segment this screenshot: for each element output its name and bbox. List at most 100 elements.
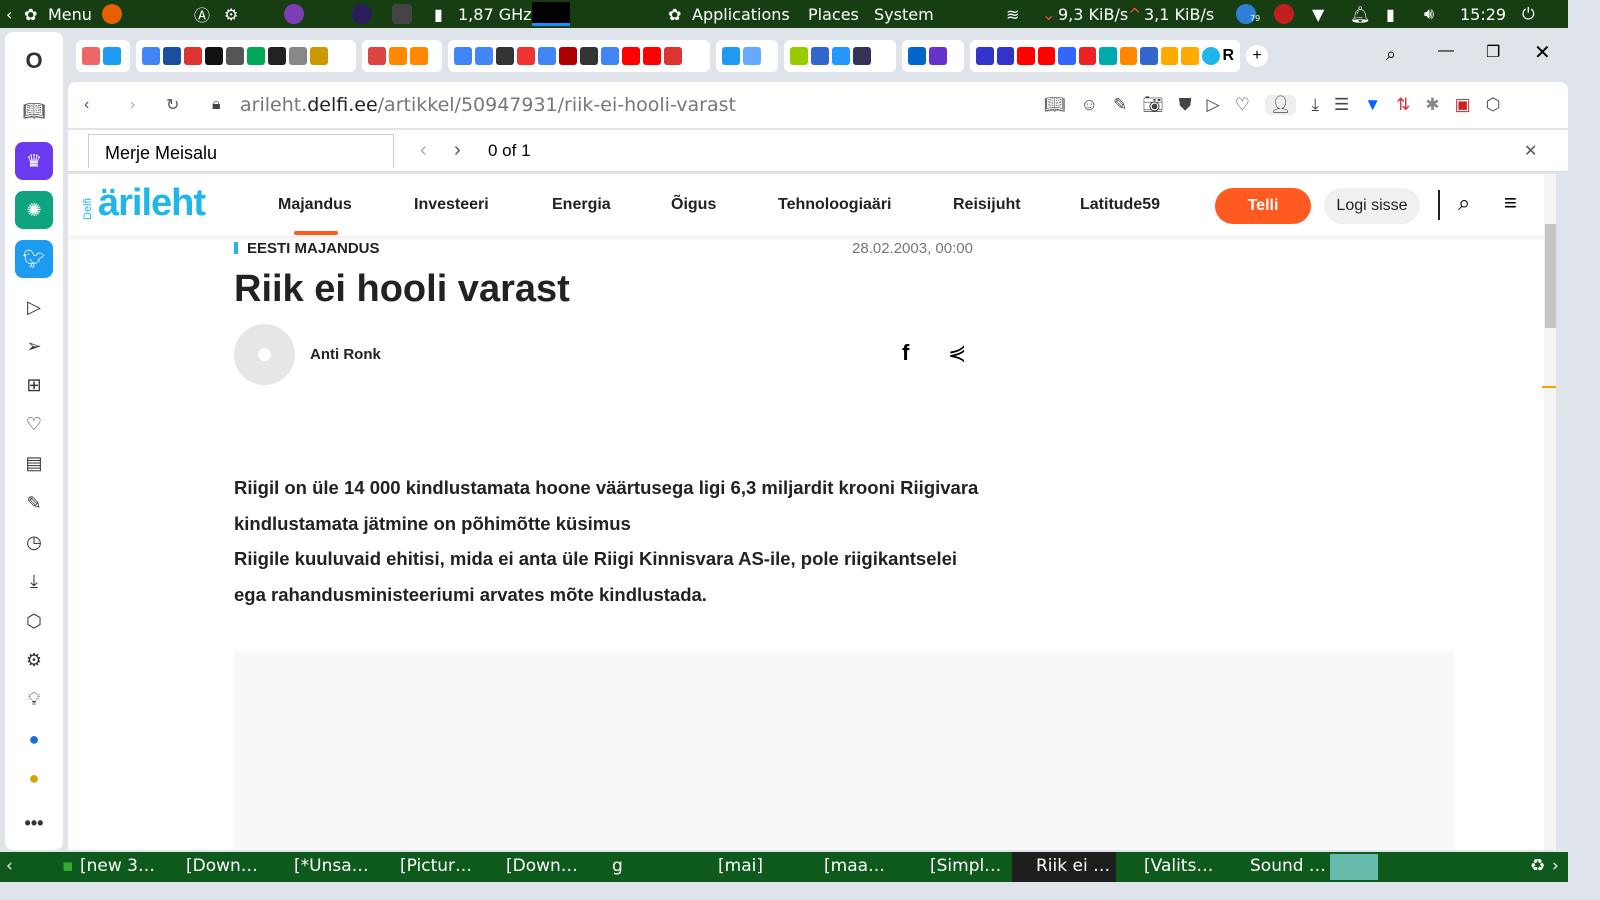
- crown-icon[interactable]: ♛: [15, 142, 53, 180]
- volume-icon[interactable]: 🔊︎: [1424, 4, 1434, 24]
- search-icon[interactable]: ⌕: [1458, 190, 1470, 216]
- firefox-icon[interactable]: [102, 4, 122, 24]
- nav-latitude59[interactable]: Latitude59: [1080, 196, 1160, 214]
- find-close-button[interactable]: ✕: [1524, 141, 1537, 161]
- minimize-button[interactable]: —: [1438, 42, 1454, 60]
- nav-investeeri[interactable]: Investeeri: [414, 196, 489, 214]
- subscribe-button[interactable]: Telli: [1215, 188, 1311, 224]
- tab-group[interactable]: [362, 40, 442, 72]
- coin-icon[interactable]: ●: [19, 763, 49, 793]
- send-icon[interactable]: ▷: [1207, 95, 1220, 115]
- profile-icon[interactable]: 👤︎: [1264, 95, 1297, 115]
- tab-search-icon[interactable]: ⌕: [1386, 44, 1396, 65]
- opera-icon[interactable]: [352, 4, 372, 28]
- back-button[interactable]: ‹: [84, 96, 89, 114]
- nav-majandus[interactable]: Majandus: [278, 196, 352, 214]
- url-field[interactable]: arileht.delfi.ee/artikkel/50947931/riik-…: [240, 94, 736, 116]
- extensions-cube-icon[interactable]: ⬡: [19, 606, 49, 636]
- workspace-switcher[interactable]: [1330, 854, 1378, 880]
- download-icon[interactable]: ⤓: [1311, 95, 1319, 115]
- player-icon[interactable]: ▷: [19, 292, 49, 322]
- settings-gear-icon[interactable]: ⚙: [19, 645, 49, 675]
- site-logo[interactable]: ärileht: [98, 182, 206, 225]
- find-prev-button[interactable]: ‹: [420, 139, 427, 162]
- trash-icon[interactable]: ♻: [1530, 856, 1545, 876]
- camera-icon[interactable]: 📷︎: [1142, 95, 1164, 115]
- task-item[interactable]: Sound …: [1250, 856, 1326, 876]
- power-icon[interactable]: ⏻: [1522, 4, 1535, 24]
- tab-group[interactable]: [784, 40, 896, 72]
- edit-icon[interactable]: ✎: [1113, 95, 1127, 115]
- task-item[interactable]: [maa…: [824, 856, 885, 876]
- lightbulb-icon[interactable]: 💡︎: [19, 684, 49, 714]
- twitter-icon[interactable]: 🐦︎: [15, 240, 53, 278]
- apps-grid-icon[interactable]: ⊞: [19, 370, 49, 400]
- accessibility-icon[interactable]: Ⓐ: [194, 2, 210, 26]
- reload-button[interactable]: ↻: [166, 95, 179, 115]
- task-item[interactable]: g: [612, 856, 623, 876]
- taskbar-right-arrow[interactable]: ›: [1552, 856, 1559, 876]
- tab-group[interactable]: [76, 40, 130, 72]
- heart-icon[interactable]: ♡: [19, 409, 49, 439]
- tab-group[interactable]: [716, 40, 778, 72]
- network-icon[interactable]: ▼: [1312, 5, 1324, 24]
- tor-browser-icon[interactable]: [284, 4, 304, 28]
- task-item-active[interactable]: Riik ei …: [1036, 856, 1110, 876]
- ext-2-icon[interactable]: ⇅: [1396, 95, 1410, 115]
- clock[interactable]: 15:29: [1460, 5, 1506, 24]
- ext-3-icon[interactable]: ▣: [1455, 95, 1471, 115]
- forward-button[interactable]: ›: [130, 96, 135, 114]
- more-icon[interactable]: •••: [19, 808, 49, 838]
- task-item[interactable]: [Pictur…: [400, 856, 472, 876]
- system-menu[interactable]: System: [874, 5, 934, 24]
- heart-icon[interactable]: ♡: [1235, 95, 1250, 115]
- nav-tehnoloogiaari[interactable]: Tehnoloogiaäri: [778, 196, 891, 214]
- task-item[interactable]: [Down…: [506, 856, 578, 876]
- shield-icon[interactable]: ⛊: [1179, 95, 1192, 115]
- panel-left-arrow[interactable]: ‹: [6, 5, 12, 24]
- task-item[interactable]: [Down…: [186, 856, 258, 876]
- task-item[interactable]: [new 3…: [80, 856, 155, 876]
- send-icon[interactable]: ➢: [19, 331, 49, 361]
- bookmarks-icon[interactable]: 📖︎: [19, 96, 49, 126]
- tab-group[interactable]: [136, 40, 356, 72]
- article-category[interactable]: EESTI MAJANDUS: [247, 240, 380, 257]
- share-icon[interactable]: ⋞: [948, 340, 966, 366]
- facebook-share-icon[interactable]: f: [902, 340, 909, 366]
- ext-cube-icon[interactable]: ⬡: [1486, 95, 1501, 115]
- task-item[interactable]: [Simpl…: [930, 856, 1001, 876]
- login-button[interactable]: Logi sisse: [1324, 188, 1420, 224]
- nav-reisijuht[interactable]: Reisijuht: [953, 196, 1021, 214]
- applications-menu[interactable]: Applications: [692, 5, 790, 24]
- ext-1-icon[interactable]: ▼: [1364, 95, 1381, 115]
- task-item[interactable]: [mai]: [718, 856, 763, 876]
- downloads-icon[interactable]: ⤓: [19, 566, 49, 596]
- restore-button[interactable]: ❐: [1486, 42, 1500, 62]
- news-icon[interactable]: ▤: [19, 448, 49, 478]
- reader-icon[interactable]: 📖︎: [1044, 95, 1066, 115]
- settings-icon[interactable]: ⚙: [224, 5, 238, 24]
- emoji-icon[interactable]: ☺: [1081, 95, 1098, 115]
- tab-group[interactable]: [902, 40, 964, 72]
- ext-puzzle-icon[interactable]: ✱: [1425, 95, 1439, 115]
- task-item[interactable]: [Valits…: [1144, 856, 1213, 876]
- battery-icon[interactable]: ▮: [1386, 5, 1395, 24]
- menu-button[interactable]: Menu: [48, 5, 92, 24]
- tab-group[interactable]: [448, 40, 710, 72]
- active-tab[interactable]: R: [1201, 47, 1235, 65]
- tab-group[interactable]: R: [970, 40, 1240, 72]
- nav-oigus[interactable]: Õigus: [671, 196, 716, 214]
- edit-icon[interactable]: ✎: [19, 488, 49, 518]
- scrollbar[interactable]: [1542, 174, 1556, 850]
- chatgpt-icon[interactable]: ✺: [15, 191, 53, 229]
- find-input[interactable]: Merje Meisalu: [88, 134, 394, 168]
- terminal-icon[interactable]: [392, 4, 412, 28]
- find-next-button[interactable]: ›: [454, 139, 461, 162]
- history-icon[interactable]: ◷: [19, 527, 49, 557]
- new-tab-button[interactable]: +: [1246, 45, 1268, 67]
- hamburger-menu-icon[interactable]: ≡: [1504, 190, 1517, 216]
- places-menu[interactable]: Places: [808, 5, 859, 24]
- close-window-button[interactable]: ✕: [1534, 40, 1551, 65]
- author-name[interactable]: Anti Ronk: [310, 346, 381, 363]
- taskbar-left-arrow[interactable]: ‹: [6, 856, 13, 876]
